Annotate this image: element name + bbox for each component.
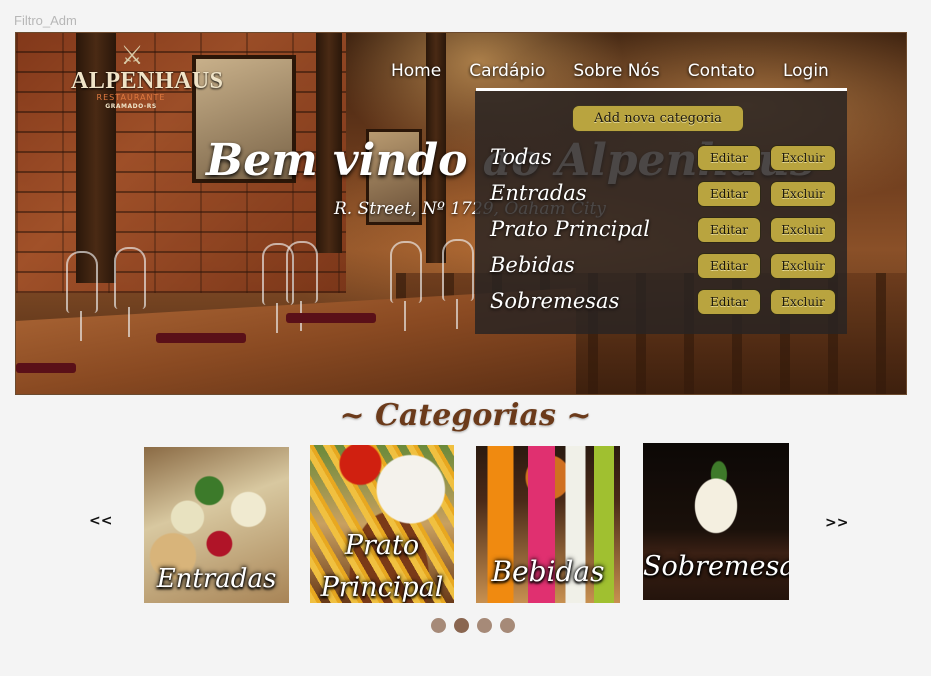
main-nav: Home Cardápio Sobre Nós Contato Login bbox=[391, 61, 857, 81]
carousel-dot[interactable] bbox=[431, 618, 446, 633]
categories-heading: ~ Categorias ~ bbox=[339, 398, 592, 433]
wine-glass-icon bbox=[66, 251, 98, 341]
nav-home[interactable]: Home bbox=[391, 61, 441, 81]
edit-button[interactable]: Editar bbox=[697, 217, 761, 243]
napkin bbox=[156, 333, 246, 343]
nav-login[interactable]: Login bbox=[783, 61, 829, 81]
edit-button[interactable]: Editar bbox=[697, 145, 761, 171]
delete-button[interactable]: Excluir bbox=[770, 145, 836, 171]
frame-label: Filtro_Adm bbox=[14, 13, 77, 28]
wine-glass-icon bbox=[442, 239, 474, 329]
category-row: Bebidas Editar Excluir bbox=[475, 251, 847, 285]
category-row: Sobremesas Editar Excluir bbox=[475, 287, 847, 321]
hero-banner: ⚔ ALPENHAUS RESTAURANTE GRAMADO-RS Home … bbox=[15, 32, 907, 395]
logo-city: GRAMADO-RS bbox=[105, 103, 157, 110]
nav-sobre-nos[interactable]: Sobre Nós bbox=[573, 61, 659, 81]
category-name[interactable]: Bebidas bbox=[490, 251, 575, 279]
logo[interactable]: ⚔ ALPENHAUS RESTAURANTE GRAMADO-RS bbox=[71, 41, 224, 123]
napkin bbox=[286, 313, 376, 323]
fork-knife-icon: ⚔ bbox=[120, 41, 143, 71]
wine-glass-icon bbox=[390, 241, 422, 331]
category-card-label: Prato Principal bbox=[320, 530, 444, 603]
edit-button[interactable]: Editar bbox=[697, 289, 761, 315]
logo-subtitle: RESTAURANTE bbox=[96, 93, 166, 102]
category-card-bebidas[interactable]: Bebidas bbox=[476, 446, 620, 603]
nav-contato[interactable]: Contato bbox=[688, 61, 755, 81]
category-card-entradas[interactable]: Entradas bbox=[144, 447, 289, 603]
category-dropdown: Add nova categoria Todas Editar Excluir … bbox=[475, 91, 847, 334]
carousel-next-button[interactable]: >> bbox=[825, 515, 848, 531]
carousel-dot[interactable] bbox=[477, 618, 492, 633]
nav-cardapio[interactable]: Cardápio bbox=[469, 61, 545, 81]
category-row: Prato Principal Editar Excluir bbox=[475, 215, 847, 249]
delete-button[interactable]: Excluir bbox=[770, 217, 836, 243]
carousel-dot[interactable] bbox=[454, 618, 469, 633]
edit-button[interactable]: Editar bbox=[697, 181, 761, 207]
napkin bbox=[16, 363, 76, 373]
add-category-button[interactable]: Add nova categoria bbox=[572, 105, 744, 132]
carousel-dots bbox=[431, 618, 515, 633]
category-name[interactable]: Todas bbox=[490, 143, 552, 171]
delete-button[interactable]: Excluir bbox=[770, 181, 836, 207]
category-name[interactable]: Sobremesas bbox=[490, 287, 619, 315]
edit-button[interactable]: Editar bbox=[697, 253, 761, 279]
category-card-label: Bebidas bbox=[491, 555, 605, 588]
carousel-prev-button[interactable]: << bbox=[89, 513, 112, 529]
category-row: Entradas Editar Excluir bbox=[475, 179, 847, 213]
wine-glass-icon bbox=[286, 241, 318, 331]
carousel-dot[interactable] bbox=[500, 618, 515, 633]
category-card-prato-principal[interactable]: Prato Principal bbox=[310, 445, 454, 603]
category-card-sobremesa[interactable]: Sobremesa bbox=[643, 443, 789, 600]
logo-name: ALPENHAUS bbox=[71, 68, 224, 94]
category-name[interactable]: Entradas bbox=[490, 179, 587, 207]
category-name[interactable]: Prato Principal bbox=[490, 215, 650, 243]
category-card-label: Entradas bbox=[156, 564, 277, 594]
category-row: Todas Editar Excluir bbox=[475, 143, 847, 177]
delete-button[interactable]: Excluir bbox=[770, 253, 836, 279]
delete-button[interactable]: Excluir bbox=[770, 289, 836, 315]
category-card-label: Sobremesa bbox=[643, 551, 789, 582]
wine-glass-icon bbox=[114, 247, 146, 337]
